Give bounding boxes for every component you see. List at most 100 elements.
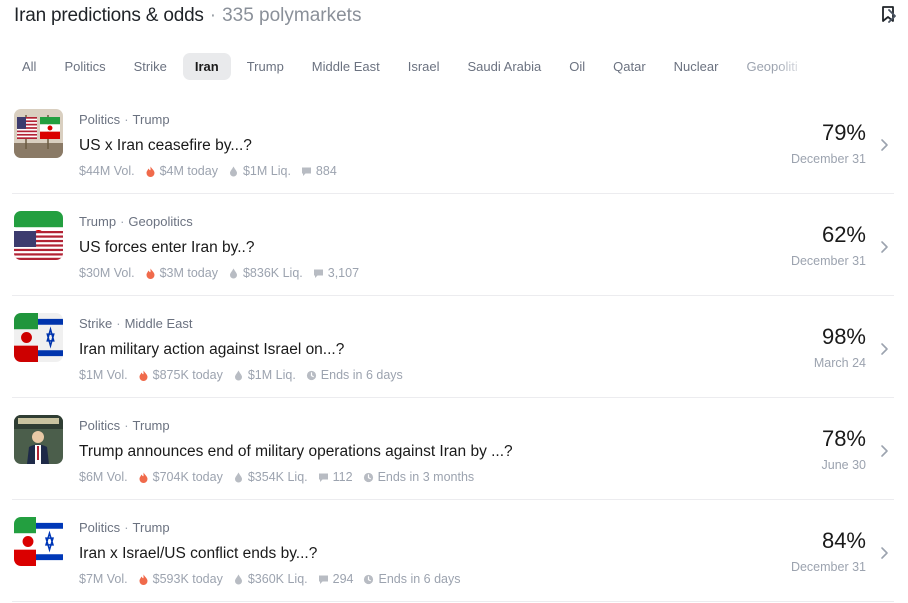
- market-row[interactable]: Strike · Middle East Iran military action …: [12, 296, 894, 398]
- chevron-right-icon[interactable]: [884, 7, 900, 25]
- comment-count-text: 884: [315, 164, 337, 178]
- today-volume: $704K today: [138, 470, 223, 484]
- comment-count[interactable]: 3,107: [313, 266, 359, 280]
- clock-icon: [363, 574, 378, 585]
- liquidity: $1M Liq.: [233, 368, 296, 382]
- market-stats: $6M Vol. $704K today $354K Liq. 112 Ends…: [79, 470, 484, 484]
- clock-icon: [306, 370, 321, 381]
- market-count: 335 polymarkets: [222, 5, 362, 26]
- filter-chip-middle-east[interactable]: Middle East: [300, 53, 392, 80]
- category-link[interactable]: Trump: [133, 418, 170, 433]
- market-thumbnail[interactable]: [14, 415, 63, 464]
- ends-in-text: Ends in 3 months: [377, 470, 475, 484]
- chevron-right-icon[interactable]: [880, 240, 890, 254]
- title-separator: ·: [209, 5, 217, 26]
- category-link[interactable]: Trump: [79, 214, 116, 229]
- market-row[interactable]: Politics · Trump Trump announces end of mi…: [12, 398, 894, 500]
- comment-icon: [318, 472, 333, 483]
- filter-chip-politics[interactable]: Politics: [52, 53, 117, 80]
- market-stats: $44M Vol. $4M today $1M Liq. 884: [79, 164, 347, 178]
- ends-in: Ends in 6 days: [306, 368, 403, 382]
- category-filter-bar: All Politics Strike Iran Trump Middle East Isr…: [10, 50, 896, 82]
- filter-chip-geopoliti[interactable]: Geopoliti: [734, 53, 809, 80]
- liquidity: $1M Liq.: [228, 164, 291, 178]
- market-stats: $7M Vol. $593K today $360K Liq. 294 Ends…: [79, 572, 470, 586]
- volume: $6M Vol.: [79, 470, 128, 484]
- category-link[interactable]: Trump: [133, 112, 170, 127]
- market-question[interactable]: Iran military action against Israel on..…: [79, 341, 344, 359]
- market-categories: Trump · Geopolitics: [79, 214, 193, 229]
- category-link[interactable]: Trump: [133, 520, 170, 535]
- market-row[interactable]: Trump · Geopolitics US forces enter Iran b…: [12, 194, 894, 296]
- page-header: Iran predictions & odds · 335 polymarket…: [14, 2, 894, 30]
- category-link[interactable]: Geopolitics: [128, 214, 192, 229]
- filter-chip-saudi-arabia[interactable]: Saudi Arabia: [456, 53, 554, 80]
- market-odds: 84%: [821, 528, 866, 553]
- market-odds: 78%: [821, 426, 866, 451]
- filter-chip-nuclear[interactable]: Nuclear: [662, 53, 731, 80]
- market-thumbnail[interactable]: [14, 313, 63, 362]
- category-link[interactable]: Politics: [79, 520, 120, 535]
- droplet-icon: [233, 574, 248, 585]
- filter-chip-strike[interactable]: Strike: [122, 53, 179, 80]
- comment-count[interactable]: 294: [318, 572, 353, 586]
- today-volume: $4M today: [145, 164, 218, 178]
- today-volume-text: $704K today: [152, 470, 223, 484]
- today-volume-text: $3M today: [159, 266, 218, 280]
- flame-icon: [145, 166, 160, 177]
- market-list: Politics · Trump US x Iran ceasefire by...…: [12, 92, 894, 602]
- droplet-icon: [228, 268, 243, 279]
- market-odds: 62%: [821, 222, 866, 247]
- market-categories: Politics · Trump: [79, 520, 170, 535]
- market-question[interactable]: US x Iran ceasefire by...?: [79, 137, 252, 155]
- chevron-right-icon[interactable]: [880, 444, 890, 458]
- today-volume: $3M today: [145, 266, 218, 280]
- filter-chip-qatar[interactable]: Qatar: [601, 53, 658, 80]
- market-date: June 30: [821, 458, 866, 472]
- filter-chip-oil[interactable]: Oil: [557, 53, 597, 80]
- market-question[interactable]: Iran x Israel/US conflict ends by...?: [79, 545, 317, 563]
- category-link[interactable]: Middle East: [125, 316, 193, 331]
- filter-chip-all[interactable]: All: [10, 53, 48, 80]
- category-separator: ·: [120, 214, 125, 229]
- category-separator: ·: [116, 316, 121, 331]
- chevron-right-icon[interactable]: [880, 342, 890, 356]
- flame-icon: [145, 268, 160, 279]
- category-link[interactable]: Strike: [79, 316, 112, 331]
- today-volume: $875K today: [138, 368, 223, 382]
- volume: $7M Vol.: [79, 572, 128, 586]
- volume: $1M Vol.: [79, 368, 128, 382]
- volume-text: $30M Vol.: [79, 266, 135, 280]
- market-question[interactable]: US forces enter Iran by..?: [79, 239, 254, 257]
- volume: $30M Vol.: [79, 266, 135, 280]
- volume-text: $1M Vol.: [79, 368, 128, 382]
- category-link[interactable]: Politics: [79, 112, 120, 127]
- market-question[interactable]: Trump announces end of military operatio…: [79, 443, 513, 461]
- liquidity: $836K Liq.: [228, 266, 303, 280]
- volume-text: $6M Vol.: [79, 470, 128, 484]
- filter-chip-trump[interactable]: Trump: [235, 53, 296, 80]
- market-categories: Politics · Trump: [79, 418, 170, 433]
- market-row[interactable]: Politics · Trump US x Iran ceasefire by...…: [12, 92, 894, 194]
- liquidity-text: $836K Liq.: [242, 266, 303, 280]
- volume: $44M Vol.: [79, 164, 135, 178]
- chevron-right-icon[interactable]: [880, 138, 890, 152]
- liquidity: $354K Liq.: [233, 470, 308, 484]
- filter-chip-iran[interactable]: Iran: [182, 52, 231, 80]
- droplet-icon: [233, 370, 248, 381]
- market-date: December 31: [790, 152, 866, 166]
- market-thumbnail[interactable]: [14, 211, 63, 260]
- comment-count[interactable]: 112: [318, 470, 353, 484]
- comment-count-text: 112: [332, 470, 353, 484]
- market-thumbnail[interactable]: [14, 109, 63, 158]
- market-thumbnail[interactable]: [14, 517, 63, 566]
- market-stats: $1M Vol. $875K today $1M Liq. Ends in 6 …: [79, 368, 413, 382]
- category-separator: ·: [124, 112, 129, 127]
- market-row[interactable]: Politics · Trump Iran x Israel/US conflict…: [12, 500, 894, 602]
- chevron-right-icon[interactable]: [880, 546, 890, 560]
- filter-chip-israel[interactable]: Israel: [396, 53, 452, 80]
- category-link[interactable]: Politics: [79, 418, 120, 433]
- liquidity-text: $360K Liq.: [247, 572, 308, 586]
- today-volume-text: $4M today: [159, 164, 218, 178]
- comment-count[interactable]: 884: [301, 164, 337, 178]
